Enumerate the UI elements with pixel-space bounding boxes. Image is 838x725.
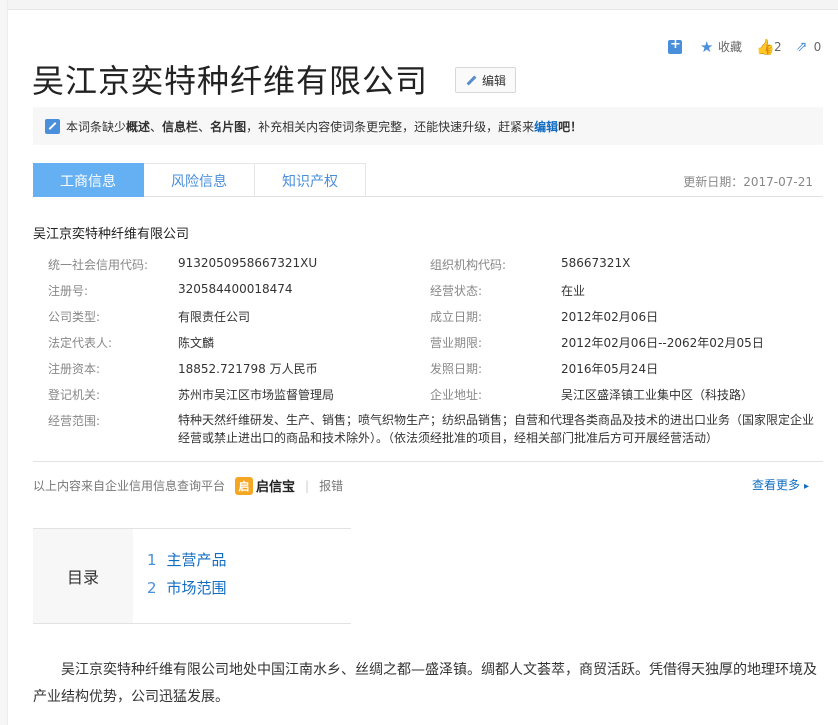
thumbs-up-icon: 👍: [756, 37, 775, 56]
qixinbao-logo-text: 启信宝: [256, 480, 296, 495]
company-name: 吴江京奕特种纤维有限公司: [33, 227, 190, 242]
info-value: 在业: [561, 284, 586, 298]
intro-paragraph: 吴江京奕特种纤维有限公司地处中国江南水乡、丝绸之都—盛泽镇。绸都人文荟萃，商贸活…: [33, 662, 817, 705]
notice-item-cardimage: 名片图: [210, 119, 247, 134]
info-value: 有限责任公司: [178, 310, 251, 324]
qixinbao-logo-icon: 启: [235, 476, 254, 495]
info-value: 58667321X: [561, 256, 631, 270]
edit-button[interactable]: 编辑: [455, 67, 516, 93]
like-button[interactable]: 👍 2: [756, 37, 782, 56]
info-value: 2012年02月06日--2062年02月05日: [561, 336, 764, 350]
tab-business-info[interactable]: 工商信息: [33, 163, 144, 197]
like-count: 2: [774, 39, 782, 54]
info-tabs: 工商信息 风险信息 知识产权 更新日期：2017-07-21: [33, 163, 823, 197]
star-icon: ★: [700, 37, 714, 56]
notice-sep: 、: [198, 119, 211, 134]
toc-label: 目录: [33, 529, 133, 623]
info-label: 经营范围:: [48, 414, 101, 428]
info-label: 组织机构代码:: [430, 258, 507, 272]
business-scope-row: 经营范围: 特种天然纤维研发、生产、销售；喷气织物生产；纺织品销售；自营和代理各…: [48, 409, 828, 449]
pencil-icon: [465, 74, 477, 86]
collect-button[interactable]: ★ 收藏: [700, 38, 742, 55]
toc-item-label: 市场范围: [166, 579, 227, 597]
info-value: 18852.721798 万人民币: [178, 362, 318, 376]
tab-ip[interactable]: 知识产权: [255, 163, 366, 197]
notice-item-infobox: 信息栏: [162, 119, 199, 134]
info-row: 公司类型: 有限责任公司 成立日期: 2012年02月06日: [48, 305, 828, 331]
info-label: 注册资本:: [48, 362, 101, 376]
info-value: 苏州市吴江区市场监督管理局: [178, 388, 335, 402]
info-value: 9132050958667321XU: [178, 256, 318, 270]
data-source: 以上内容来自企业信用信息查询平台 启 启信宝 | 报错: [33, 476, 343, 495]
incomplete-entry-notice: 本词条缺少 概述 、 信息栏 、 名片图 ，补充相关内容使词条更完整，还能快速升…: [33, 107, 823, 145]
info-label: 法定代表人:: [48, 336, 113, 350]
info-row: 注册号: 320584400018474 经营状态: 在业: [48, 279, 828, 305]
info-label: 统一社会信用代码:: [48, 258, 149, 272]
share-icon: ⇗: [795, 38, 808, 55]
notice-middle: ，补充相关内容使词条更完整，还能快速升级，赶紧来: [246, 119, 535, 134]
business-info-table: 统一社会信用代码: 9132050958667321XU 组织机构代码: 586…: [48, 253, 828, 449]
table-of-contents: 目录 1 主营产品 2 市场范围: [33, 528, 351, 624]
source-text: 以上内容来自企业信用信息查询平台: [33, 479, 226, 493]
view-more-label: 查看更多: [752, 478, 801, 492]
divider: [33, 461, 823, 462]
view-more-link[interactable]: 查看更多 ▸: [752, 476, 809, 493]
notice-item-summary: 概述: [126, 119, 151, 134]
collect-label: 收藏: [718, 40, 743, 54]
info-row: 注册资本: 18852.721798 万人民币 发照日期: 2016年05月24…: [48, 357, 828, 383]
qixinbao-logo[interactable]: 启 启信宝: [235, 476, 295, 495]
toc-item-number: 1: [147, 551, 157, 569]
info-value: 陈文麟: [178, 336, 215, 350]
notice-edit-link[interactable]: 编辑: [534, 118, 558, 135]
info-value: 2012年02月06日: [561, 310, 659, 324]
info-row: 统一社会信用代码: 9132050958667321XU 组织机构代码: 586…: [48, 253, 828, 279]
info-row: 法定代表人: 陈文麟 营业期限: 2012年02月06日--2062年02月05…: [48, 331, 828, 357]
report-error-link[interactable]: 报错: [319, 477, 343, 494]
window-top-edge: [0, 0, 838, 10]
info-value: 吴江区盛泽镇工业集中区（科技路）: [561, 388, 754, 402]
notice-prefix: 本词条缺少: [66, 119, 127, 134]
notice-suffix: 吧！: [558, 119, 583, 134]
info-label: 营业期限:: [430, 336, 483, 350]
info-label: 登记机关:: [48, 388, 101, 402]
toc-item-market-scope[interactable]: 2 市场范围: [147, 577, 227, 598]
add-entry-button[interactable]: [668, 37, 686, 54]
tab-risk-info[interactable]: 风险信息: [144, 163, 255, 197]
edit-label: 编辑: [481, 73, 506, 88]
window-left-edge: [0, 0, 8, 725]
toc-item-label: 主营产品: [166, 551, 227, 569]
info-label: 经营状态:: [430, 284, 483, 298]
share-button[interactable]: ⇗ 0: [796, 40, 822, 54]
caret-right-icon: ▸: [804, 481, 810, 492]
info-label: 成立日期:: [430, 310, 483, 324]
toc-item-main-products[interactable]: 1 主营产品: [147, 549, 227, 570]
toc-item-number: 2: [147, 579, 157, 597]
info-label: 注册号:: [48, 284, 89, 298]
page-title: 吴江京奕特种纤维有限公司: [32, 62, 429, 100]
info-value: 320584400018474: [178, 282, 293, 296]
entry-toolbar: ★ 收藏 👍 2 ⇗ 0: [668, 37, 835, 56]
add-icon: [668, 37, 682, 54]
update-date: 更新日期：2017-07-21: [683, 175, 813, 189]
info-label: 发照日期:: [430, 362, 483, 376]
share-count: 0: [813, 39, 822, 54]
info-label: 企业地址:: [430, 388, 483, 402]
edit-notice-icon: [45, 118, 60, 134]
info-label: 公司类型:: [48, 310, 101, 324]
info-row: 登记机关: 苏州市吴江区市场监督管理局 企业地址: 吴江区盛泽镇工业集中区（科技…: [48, 383, 828, 409]
business-scope-value: 特种天然纤维研发、生产、销售；喷气织物生产；纺织品销售；自营和代理各类商品及技术…: [178, 413, 815, 445]
info-value: 2016年05月24日: [561, 362, 659, 376]
notice-sep: 、: [150, 119, 163, 134]
source-divider: |: [305, 478, 310, 493]
